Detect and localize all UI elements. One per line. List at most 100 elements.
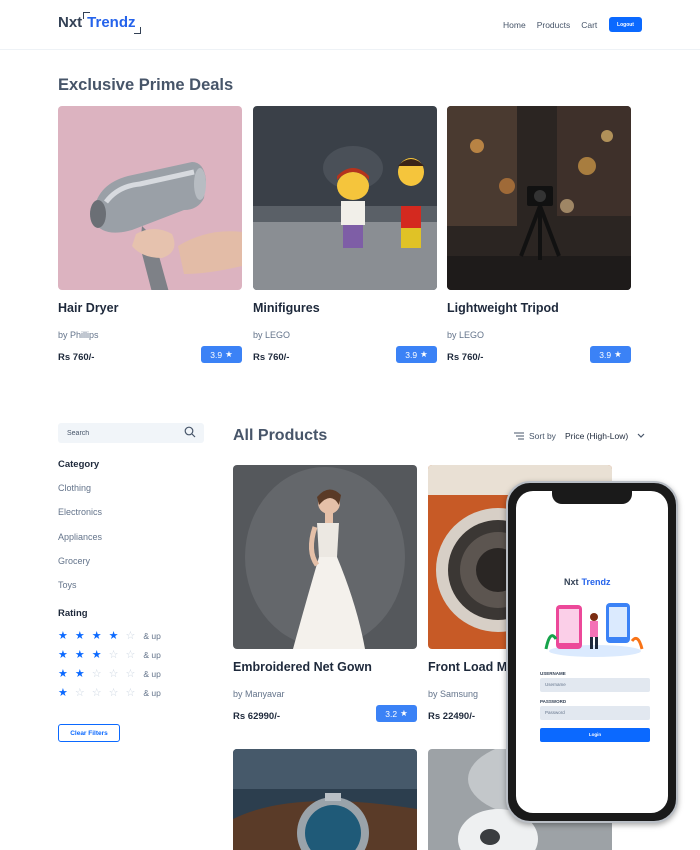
star-icon: ★ [420,349,428,359]
product-image-minifigures [253,106,437,290]
prime-deals-title: Exclusive Prime Deals [58,76,234,94]
rating-value: 3.9 [210,349,223,360]
phone-notch [552,491,632,504]
star-empty-icon: ☆ [91,687,102,699]
star-empty-icon: ☆ [125,630,136,642]
sort-control[interactable]: Sort by Price (High-Low) [514,431,645,441]
product-price: Rs 62990/- [233,711,281,722]
username-input[interactable]: Username [540,678,650,692]
star-filled-icon: ★ [58,649,68,661]
nav-links: Home Products Cart [503,20,597,30]
star-icon: ★ [614,349,622,359]
logo-suffix: Trendz [87,14,136,31]
rating-up-label: & up [143,649,161,660]
star-filled-icon: ★ [91,649,102,661]
prime-card[interactable]: Lightweight Tripod by LEGO Rs 760/- 3.9 ★ [447,106,631,363]
product-name: Hair Dryer [58,301,119,315]
rating-stars: ★ ★ ☆ ☆ ☆ [58,667,135,680]
category-heading: Category [58,459,100,470]
rating-filter-4[interactable]: ★ ★ ★ ★ ☆ & up [58,629,161,642]
product-image-watch[interactable] [233,749,417,850]
shopping-illustration [544,603,644,657]
product-name: Front Load Ma [428,660,515,674]
clear-filters-button[interactable]: Clear Filters [58,724,120,742]
product-brand: by LEGO [447,330,485,340]
sort-label: Sort by [529,431,556,441]
rating-stars: ★ ☆ ☆ ☆ ☆ [58,686,135,699]
rating-value: 3.9 [405,349,418,360]
rating-value: 3.2 [385,708,398,719]
star-filled-icon: ★ [58,668,68,680]
star-empty-icon: ☆ [91,668,102,680]
product-brand: by Manyavar [233,689,285,699]
rating-up-label: & up [143,687,161,698]
category-appliances[interactable]: Appliances [58,532,102,542]
nav-cart-link[interactable]: Cart [581,20,597,30]
star-filled-icon: ★ [74,630,85,642]
rating-badge: 3.9 ★ [590,346,631,363]
category-grocery[interactable]: Grocery [58,556,90,566]
logo-prefix: Nxt [58,14,83,31]
star-filled-icon: ★ [58,687,68,699]
product-card[interactable]: Embroidered Net Gown by Manyavar Rs 6299… [233,465,417,722]
product-name: Embroidered Net Gown [233,660,372,674]
star-empty-icon: ☆ [108,668,119,680]
star-filled-icon: ★ [74,649,85,661]
prime-card[interactable]: Hair Dryer by Phillips Rs 760/- 3.9 ★ [58,106,242,363]
phone-logo-suffix: Trendz [581,577,611,587]
star-filled-icon: ★ [58,630,68,642]
star-empty-icon: ☆ [108,649,119,661]
phone-mockup: Nxt Trendz USERNAME Username PASSWORD Pas… [506,481,678,823]
logo[interactable]: Nxt Trendz [58,14,136,31]
username-label: USERNAME [540,671,566,676]
product-price: Rs 22490/- [428,711,476,722]
rating-badge: 3.9 ★ [201,346,242,363]
product-brand: by Samsung [428,689,479,699]
rating-value: 3.9 [599,349,612,360]
nav-home-link[interactable]: Home [503,20,526,30]
product-price: Rs 760/- [253,352,290,363]
star-filled-icon: ★ [74,668,85,680]
product-name: Lightweight Tripod [447,301,559,315]
login-button[interactable]: Login [540,728,650,742]
nav-products-link[interactable]: Products [537,20,571,30]
category-clothing[interactable]: Clothing [58,483,91,493]
rating-filter-2[interactable]: ★ ★ ☆ ☆ ☆ & up [58,667,161,680]
star-empty-icon: ☆ [125,687,136,699]
phone-screen: Nxt Trendz USERNAME Username PASSWORD Pas… [516,491,668,813]
phone-logo-prefix: Nxt [564,577,579,587]
rating-badge: 3.9 ★ [396,346,437,363]
star-icon: ★ [400,708,408,718]
product-price: Rs 760/- [447,352,484,363]
product-image-hair-dryer [58,106,242,290]
category-toys[interactable]: Toys [58,580,77,590]
product-name: Minifigures [253,301,320,315]
rating-stars: ★ ★ ★ ★ ☆ [58,629,135,642]
star-empty-icon: ☆ [125,668,136,680]
logout-button[interactable]: Logout [609,17,642,32]
search-input[interactable] [58,423,204,443]
rating-stars: ★ ★ ★ ☆ ☆ [58,648,135,661]
sort-icon [514,432,524,440]
product-price: Rs 760/- [58,352,95,363]
star-icon: ★ [225,349,233,359]
rating-filter-1[interactable]: ★ ☆ ☆ ☆ ☆ & up [58,686,161,699]
prime-card[interactable]: Minifigures by LEGO Rs 760/- 3.9 ★ [253,106,437,363]
search-icon[interactable] [184,426,196,438]
product-image-tripod [447,106,631,290]
rating-filter-3[interactable]: ★ ★ ★ ☆ ☆ & up [58,648,161,661]
rating-up-label: & up [143,630,161,641]
rating-heading: Rating [58,608,88,619]
product-brand: by LEGO [253,330,291,340]
star-empty-icon: ☆ [74,687,85,699]
category-electronics[interactable]: Electronics [58,507,102,517]
password-input[interactable]: Password [540,706,650,720]
rating-badge: 3.2 ★ [376,705,417,722]
page: Nxt Trendz Home Products Cart Logout Excl… [0,0,700,850]
chevron-down-icon [637,433,645,438]
all-products-title: All Products [233,427,328,444]
star-empty-icon: ☆ [125,649,136,661]
navbar: Nxt Trendz Home Products Cart Logout [0,0,700,50]
star-filled-icon: ★ [91,630,102,642]
star-filled-icon: ★ [108,630,119,642]
